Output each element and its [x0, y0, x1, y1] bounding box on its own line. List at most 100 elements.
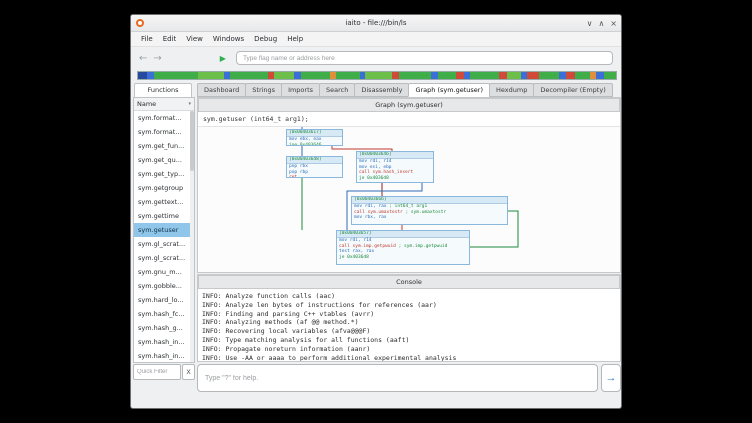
menu-item-edit[interactable]: Edit [158, 33, 182, 45]
menu-item-help[interactable]: Help [282, 33, 308, 45]
functions-scrollbar[interactable] [190, 111, 194, 362]
menu-item-file[interactable]: File [136, 33, 158, 45]
close-button[interactable]: × [610, 15, 617, 32]
memory-segment[interactable] [438, 72, 455, 79]
memory-segment[interactable] [431, 72, 438, 79]
tab-search[interactable]: Search [319, 83, 355, 97]
tab-strings[interactable]: Strings [245, 83, 282, 97]
memory-segment[interactable] [392, 72, 399, 79]
function-list-item[interactable]: sym.hash_in... [134, 335, 190, 349]
memory-segment[interactable] [527, 72, 539, 79]
back-button[interactable]: ← [139, 53, 147, 64]
function-signature: sym.getuser (int64_t arg1); [198, 112, 620, 127]
memory-segment[interactable] [604, 72, 616, 79]
menu-item-windows[interactable]: Windows [208, 33, 249, 45]
functions-panel: Name ▾ sym.format...sym.format...sym.get… [133, 97, 195, 363]
window-controls: ∨ ∧ × [587, 15, 617, 32]
tab-dashboard[interactable]: Dashboard [197, 83, 246, 97]
function-list-item[interactable]: sym.getgroup [134, 181, 190, 195]
continue-button[interactable]: ▶ [220, 54, 226, 63]
disasm-line: je 0x4036d8 [337, 255, 469, 261]
memory-map-strip[interactable] [137, 71, 617, 80]
graph-block[interactable]: [0x00403617]mov ebx, eaxjne 0x403646 [286, 129, 343, 146]
graph-canvas[interactable]: [0x00403617]mov ebx, eaxjne 0x403646 [0x0… [199, 127, 620, 272]
forward-button[interactable]: → [153, 53, 161, 64]
quick-filter-clear-button[interactable]: X [182, 364, 195, 380]
tab-hexdump[interactable]: Hexdump [489, 83, 534, 97]
graph-block[interactable]: [0x00403657]mov rdi, r14call sym.imp.get… [336, 230, 470, 265]
memory-segment[interactable] [596, 72, 605, 79]
memory-segment[interactable] [138, 72, 147, 79]
graph-dock-title[interactable]: Graph (sym.getuser) [198, 98, 620, 112]
main-tab-bar: DashboardStringsImportsSearchDisassembly… [197, 83, 621, 97]
memory-segment[interactable] [301, 72, 330, 79]
memory-segment[interactable] [147, 72, 154, 79]
command-row: → [197, 364, 621, 393]
function-list-item[interactable]: sym.hard_lo... [134, 293, 190, 307]
tab-decompiler-empty[interactable]: Decompiler (Empty) [533, 83, 612, 97]
function-list-item[interactable]: sym.gettime [134, 209, 190, 223]
memory-segment[interactable] [399, 72, 431, 79]
function-list-item[interactable]: sym.getuser [134, 223, 190, 237]
graph-block[interactable]: [0x0040366b]mov rdi, rax ; int64_t arg1c… [351, 196, 508, 225]
console-line: INFO: Propagate noreturn information (aa… [202, 345, 616, 354]
memory-segment[interactable] [559, 72, 566, 79]
quick-filter-row: X [133, 364, 195, 381]
memory-segment[interactable] [456, 72, 465, 79]
disasm-token: call sym.umaxtostr [354, 210, 403, 215]
command-input[interactable] [197, 364, 598, 392]
tab-functions[interactable]: Functions [134, 83, 192, 97]
function-list-item[interactable]: sym.get_qu... [134, 153, 190, 167]
memory-segment[interactable] [294, 72, 301, 79]
memory-segment[interactable] [230, 72, 268, 79]
scrollbar-handle[interactable] [190, 111, 194, 171]
menu-item-debug[interactable]: Debug [249, 33, 282, 45]
console-output[interactable]: INFO: Analyze function calls (aac)INFO: … [198, 289, 620, 361]
function-list-item[interactable]: sym.hash_fc... [134, 307, 190, 321]
memory-segment[interactable] [336, 72, 359, 79]
disasm-token: ; sym.umaxtostr [403, 210, 446, 215]
disasm-token: ; int64_t arg1 [387, 204, 428, 209]
memory-segment[interactable] [499, 72, 506, 79]
maximize-button[interactable]: ∧ [598, 15, 604, 32]
memory-segment[interactable] [154, 72, 198, 79]
functions-column-header[interactable]: Name ▾ [134, 98, 194, 111]
function-list-item[interactable]: sym.format... [134, 111, 190, 125]
function-list-item[interactable]: sym.gnu_m... [134, 265, 190, 279]
function-list-item[interactable]: sym.gl_scrat... [134, 251, 190, 265]
memory-segment[interactable] [566, 72, 575, 79]
console-line: INFO: Analyzing methods (af @@ method.*) [202, 318, 616, 327]
function-list-item[interactable]: sym.get_typ... [134, 167, 190, 181]
memory-segment[interactable] [365, 72, 391, 79]
console-dock-title[interactable]: Console [198, 275, 620, 289]
function-list-item[interactable]: sym.get_fun... [134, 139, 190, 153]
tab-disassembly[interactable]: Disassembly [354, 83, 409, 97]
memory-segment[interactable] [470, 72, 499, 79]
toolbar: ← → ▶ [131, 47, 621, 69]
menu-item-view[interactable]: View [181, 33, 208, 45]
memory-segment[interactable] [539, 72, 559, 79]
disasm-line: jne 0x403646 [287, 143, 342, 147]
memory-segment[interactable] [198, 72, 224, 79]
function-list-item[interactable]: sym.hash_in... [134, 349, 190, 362]
graph-block[interactable]: [0x004036d8]pop rbxpop rbpret [286, 156, 343, 178]
memory-segment[interactable] [575, 72, 590, 79]
function-list-item[interactable]: sym.format... [134, 125, 190, 139]
function-list-item[interactable]: sym.hash_g... [134, 321, 190, 335]
function-list-item[interactable]: sym.gettext... [134, 195, 190, 209]
memory-segment[interactable] [507, 72, 522, 79]
function-list-item[interactable]: sym.gobble... [134, 279, 190, 293]
memory-segment[interactable] [274, 72, 294, 79]
tab-imports[interactable]: Imports [281, 83, 320, 97]
tab-graph-sym-getuser[interactable]: Graph (sym.getuser) [408, 83, 490, 97]
desktop-background: iaito - file:///bin/ls ∨ ∧ × FileEditVie… [0, 0, 752, 423]
quick-filter-input[interactable] [133, 364, 181, 380]
disasm-token: test rax, rax [339, 249, 374, 254]
function-list-item[interactable]: sym.gl_scrat... [134, 237, 190, 251]
graph-block[interactable]: [0x00403646]mov rdi, r14mov esi, ebpcall… [356, 151, 434, 183]
disasm-token: mov ebx, eax [289, 137, 322, 142]
address-input[interactable] [236, 51, 613, 65]
minimize-button[interactable]: ∨ [587, 15, 593, 32]
command-send-button[interactable]: → [601, 364, 621, 392]
title-bar[interactable]: iaito - file:///bin/ls ∨ ∧ × [131, 15, 621, 32]
